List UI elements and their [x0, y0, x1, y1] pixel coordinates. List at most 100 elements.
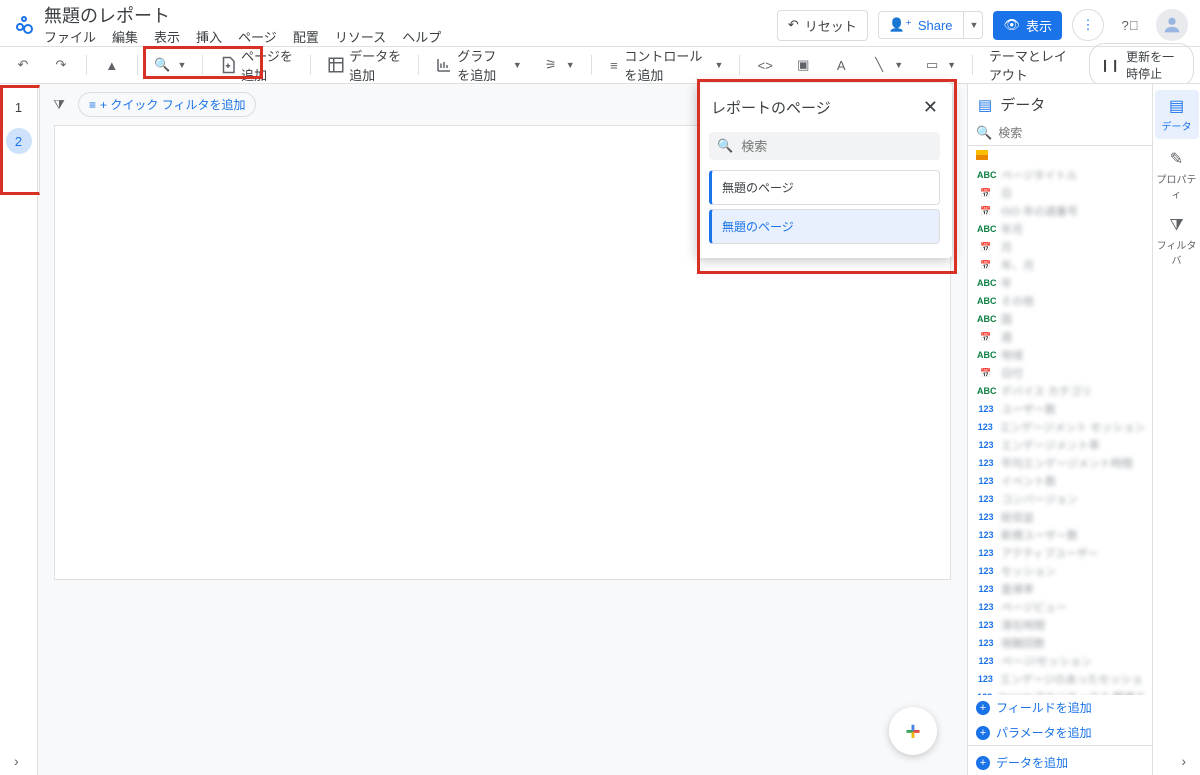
quick-filter-button[interactable]: ≡+ クイック フィルタを追加	[78, 92, 256, 117]
field-row[interactable]: 📅月	[972, 238, 1148, 256]
pause-icon: ❙❙	[1100, 58, 1120, 72]
close-button[interactable]: ✕	[923, 97, 938, 118]
field-row[interactable]: 📅日付	[972, 364, 1148, 382]
undo-button[interactable]: ↶	[6, 52, 40, 78]
share-button[interactable]: 👤⁺Share	[878, 11, 964, 39]
field-row[interactable]: 📅週	[972, 328, 1148, 346]
more-menu-button[interactable]: ⋮	[1072, 9, 1104, 41]
selection-tool[interactable]: ▲	[95, 52, 129, 78]
field-row[interactable]: 123 イベント数	[972, 472, 1148, 490]
field-row[interactable]: 123平均エンゲージメント時間	[972, 454, 1148, 472]
data-search-input[interactable]	[998, 126, 1153, 140]
field-name: イベント数	[1001, 473, 1056, 489]
help-button[interactable]: ?⃝	[1114, 9, 1146, 41]
number-type-icon: 123	[976, 584, 996, 594]
rail-properties-tab[interactable]: ✎プロパティ	[1155, 143, 1199, 207]
data-icon: ▤	[1155, 96, 1199, 116]
field-row[interactable]: 123ページビュー	[972, 598, 1148, 616]
view-button[interactable]: 👁表示	[993, 11, 1062, 40]
field-row[interactable]: 123エンゲージのあったセッション	[972, 670, 1148, 688]
pages-search-input[interactable]	[741, 139, 932, 154]
separator	[202, 55, 203, 75]
menu-view[interactable]: 表示	[154, 27, 180, 46]
field-row[interactable]: 📅日	[972, 184, 1148, 202]
field-row[interactable]: 123直帰率	[972, 580, 1148, 598]
add-field-link[interactable]: +フィールドを追加	[968, 695, 1152, 720]
field-row[interactable]: ABCその他	[972, 292, 1148, 310]
menu-file[interactable]: ファイル	[44, 27, 96, 46]
add-data-button[interactable]: データを追加	[319, 42, 410, 88]
right-rail: ▤データ ✎プロパティ ⧩フィルタバ	[1152, 84, 1200, 775]
field-row[interactable]: 123視聴回数	[972, 634, 1148, 652]
rail-data-tab[interactable]: ▤データ	[1155, 90, 1199, 139]
field-row[interactable]: 123ユーザー数	[972, 400, 1148, 418]
community-viz-dropdown[interactable]: ⚞▼	[534, 52, 583, 78]
add-chart-dropdown[interactable]: グラフを追加▼	[427, 42, 530, 88]
data-search[interactable]: 🔍	[968, 121, 1152, 146]
add-page-button[interactable]: ページを追加	[211, 42, 302, 88]
theme-layout-button[interactable]: テーマとレイアウト	[981, 42, 1085, 88]
menu-edit[interactable]: 編集	[112, 27, 138, 46]
field-row[interactable]: 123ページ/セッション	[972, 652, 1148, 670]
account-avatar[interactable]	[1156, 9, 1188, 41]
redo-button[interactable]: ↷	[44, 52, 78, 78]
text-button[interactable]: A	[824, 52, 858, 78]
datasource-chip[interactable]	[968, 146, 1152, 164]
field-name: 平均エンゲージメント時間	[1001, 455, 1133, 471]
field-row[interactable]: ABCデバイス カテゴリ	[972, 382, 1148, 400]
page-item-2[interactable]: 無題のページ	[709, 209, 940, 244]
share-dropdown[interactable]: ▼	[964, 11, 984, 39]
number-type-icon: 123	[976, 548, 996, 558]
reset-button[interactable]: ↶リセット	[777, 10, 868, 41]
field-row[interactable]: ABCページタイトル	[972, 166, 1148, 184]
add-component-fab[interactable]: +	[889, 707, 937, 755]
field-row[interactable]: ABC年	[972, 274, 1148, 292]
field-row[interactable]: 123総収益	[972, 508, 1148, 526]
pencil-icon: ✎	[1155, 149, 1199, 169]
rail-filterbar-tab[interactable]: ⧩フィルタバ	[1155, 211, 1199, 273]
field-row[interactable]: 123新規ユーザー数	[972, 526, 1148, 544]
field-row[interactable]: ABC年月	[972, 220, 1148, 238]
field-row[interactable]: ABC地域	[972, 346, 1148, 364]
add-control-dropdown[interactable]: ≡コントロールを追加▼	[599, 42, 731, 88]
collapse-right-button[interactable]: ›	[1181, 753, 1186, 769]
number-type-icon: 123	[976, 620, 996, 630]
number-type-icon: 123	[976, 656, 996, 666]
field-row[interactable]: 📅ISO 年の週番号	[972, 202, 1148, 220]
field-row[interactable]: 123滞在時間	[972, 616, 1148, 634]
text-icon: A	[832, 56, 850, 74]
page-thumb-1[interactable]: 1	[6, 94, 32, 120]
field-row[interactable]: 123アクティブユーザー	[972, 544, 1148, 562]
fields-list: ABCページタイトル📅日📅ISO 年の週番号ABC年月📅月📅年、月ABC年ABC…	[968, 164, 1152, 695]
pages-search[interactable]: 🔍	[709, 132, 940, 160]
field-name: 月	[1001, 239, 1012, 255]
data-panel-header: ▤ データ	[968, 84, 1152, 121]
field-name: 総収益	[1001, 509, 1034, 525]
page-thumb-2[interactable]: 2	[6, 128, 32, 154]
field-row[interactable]: 📅年、月	[972, 256, 1148, 274]
embed-button[interactable]: <>	[748, 52, 782, 78]
field-row[interactable]: 123エンゲージメント率	[972, 436, 1148, 454]
zoom-dropdown[interactable]: 🔍▼	[146, 52, 195, 78]
undo-icon: ↶	[788, 17, 799, 33]
field-row[interactable]: 123コンバージョン	[972, 490, 1148, 508]
add-parameter-link[interactable]: +パラメータを追加	[968, 720, 1152, 745]
add-data-link[interactable]: +データを追加	[968, 745, 1152, 775]
field-row[interactable]: 123Googleアナリティクス 関連データ	[972, 688, 1148, 695]
field-row[interactable]: 123セッション	[972, 562, 1148, 580]
filter-icon[interactable]: ⧩	[50, 96, 68, 114]
page-item-1[interactable]: 無題のページ	[709, 170, 940, 205]
control-icon: ≡	[607, 56, 620, 74]
pause-updates-button[interactable]: ❙❙更新を一時停止	[1089, 43, 1194, 87]
field-row[interactable]: 123エンゲージメント セッション数	[972, 418, 1148, 436]
collapse-left-button[interactable]: ›	[14, 753, 19, 769]
shape-dropdown[interactable]: ▭▼	[915, 52, 964, 78]
number-type-icon: 123	[976, 476, 996, 486]
image-button[interactable]: ▣	[786, 52, 820, 78]
document-title-input[interactable]	[44, 4, 444, 25]
toolbar: ↶ ↷ ▲ 🔍▼ ページを追加 データを追加 グラフを追加▼ ⚞▼ ≡コントロー…	[0, 46, 1200, 84]
add-data-icon	[327, 56, 345, 74]
line-dropdown[interactable]: ╲▼	[862, 52, 911, 78]
field-row[interactable]: ABC国	[972, 310, 1148, 328]
field-name: エンゲージのあったセッション	[1000, 671, 1144, 687]
